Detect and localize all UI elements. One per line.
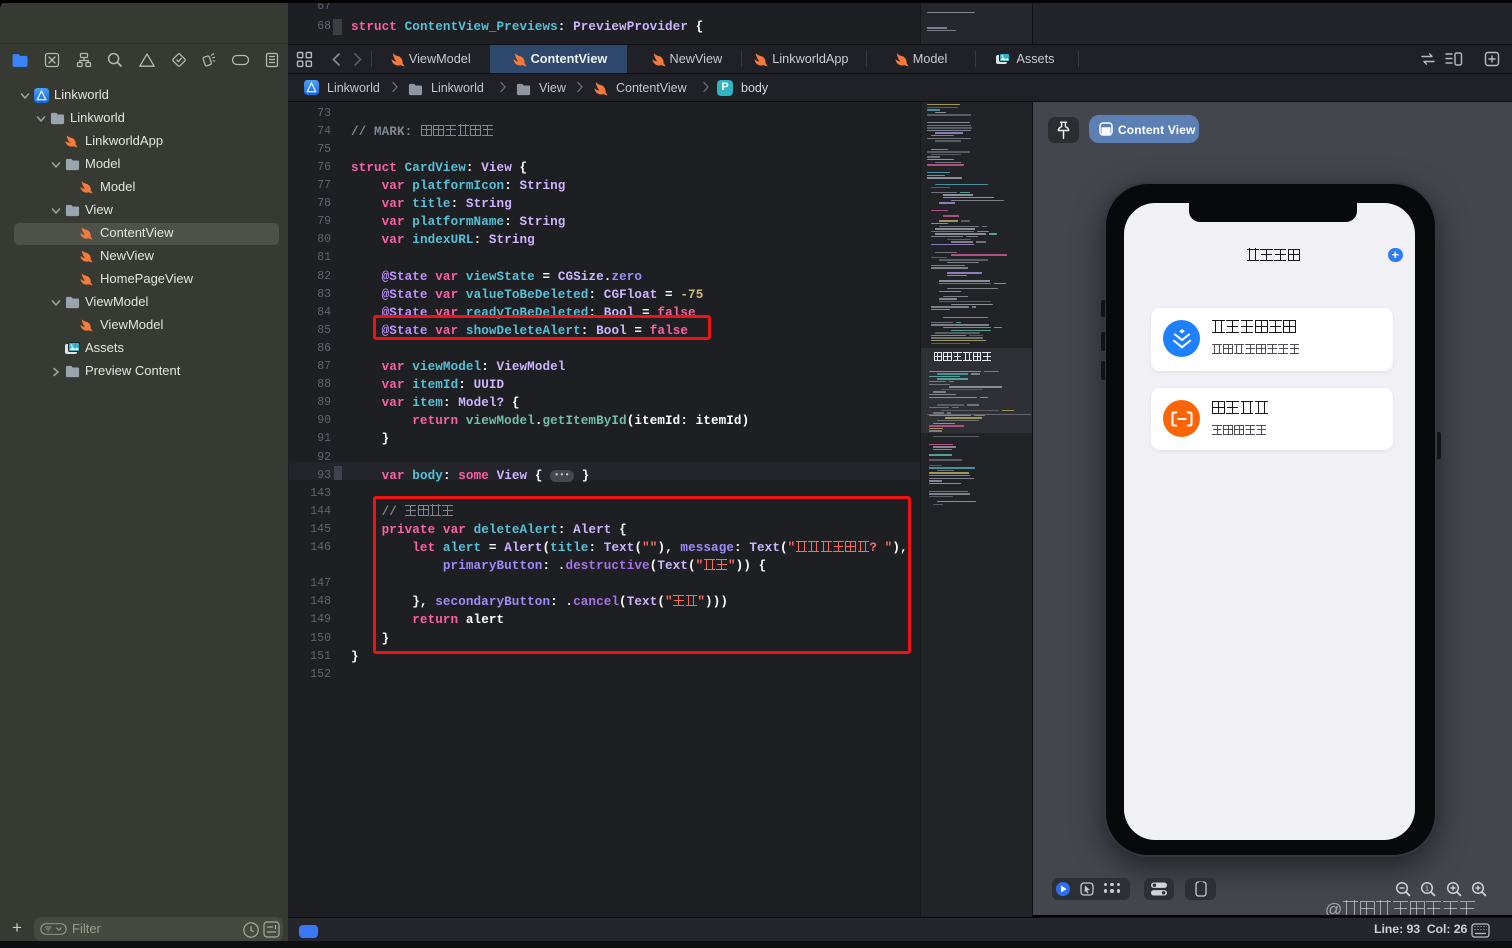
svg-text:1: 1 xyxy=(1425,884,1429,893)
